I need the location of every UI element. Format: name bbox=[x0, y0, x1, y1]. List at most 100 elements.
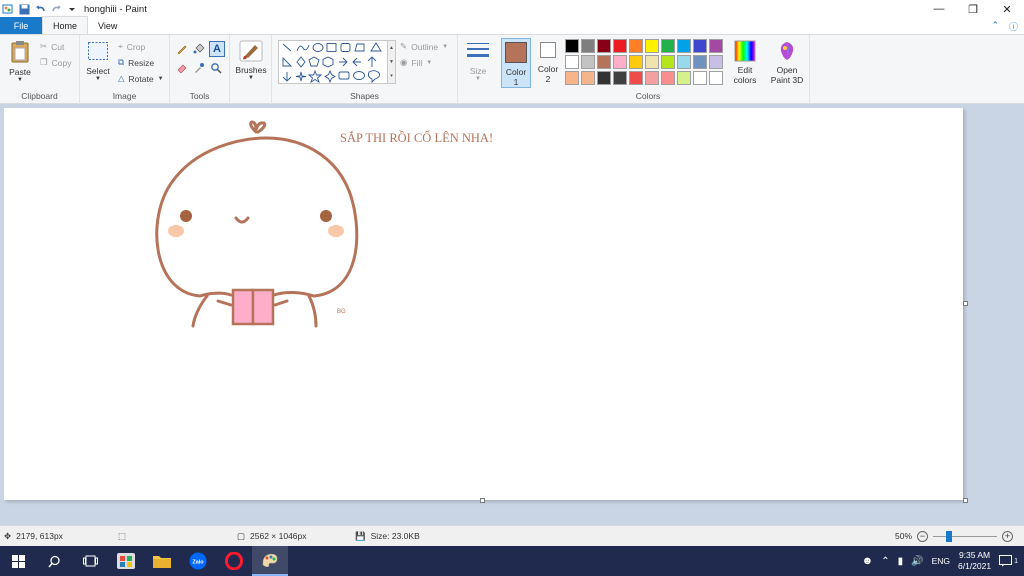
people-icon[interactable]: ☻ bbox=[862, 555, 874, 567]
paste-button[interactable]: Paste ▼ bbox=[6, 40, 34, 83]
resize-handle-right[interactable] bbox=[963, 301, 968, 306]
canvas-text: SẮP THI RỒI CỐ LÊN NHA! bbox=[340, 131, 494, 145]
palette-swatch[interactable] bbox=[597, 39, 611, 53]
palette-swatch[interactable] bbox=[629, 39, 643, 53]
palette-swatch[interactable] bbox=[565, 55, 579, 69]
store-app-icon[interactable] bbox=[108, 546, 144, 576]
eraser-icon[interactable] bbox=[176, 62, 188, 74]
palette-swatch[interactable] bbox=[597, 55, 611, 69]
open-paint3d-button[interactable]: Open Paint 3D bbox=[768, 40, 806, 85]
palette-swatch[interactable] bbox=[565, 71, 579, 85]
color2-button[interactable]: Color 2 bbox=[535, 42, 561, 84]
palette-swatch[interactable] bbox=[613, 71, 627, 85]
palette-swatch[interactable] bbox=[693, 55, 707, 69]
palette-swatch[interactable] bbox=[645, 55, 659, 69]
palette-swatch[interactable] bbox=[693, 39, 707, 53]
pencil-icon[interactable] bbox=[176, 43, 188, 55]
palette-swatch[interactable] bbox=[597, 71, 611, 85]
palette-swatch[interactable] bbox=[581, 39, 595, 53]
color-picker-icon[interactable] bbox=[193, 62, 205, 74]
palette-swatch[interactable] bbox=[709, 39, 723, 53]
zoom-slider-thumb[interactable] bbox=[946, 530, 953, 542]
shapes-gallery[interactable] bbox=[278, 40, 388, 84]
search-icon[interactable] bbox=[36, 546, 72, 576]
clock[interactable]: 9:35 AM 6/1/2021 bbox=[958, 550, 991, 572]
save-icon[interactable] bbox=[18, 3, 30, 15]
volume-icon[interactable]: 🔊 bbox=[911, 556, 923, 567]
resize-handle-corner[interactable] bbox=[963, 498, 968, 503]
select-button[interactable]: Select ▼ bbox=[85, 41, 111, 82]
magnifier-icon[interactable] bbox=[210, 62, 222, 74]
palette-swatch[interactable] bbox=[629, 71, 643, 85]
palette-swatch[interactable] bbox=[677, 71, 691, 85]
chevron-up-icon: ▲ bbox=[389, 45, 394, 51]
resize-handle-bottom[interactable] bbox=[480, 498, 485, 503]
file-explorer-icon[interactable] bbox=[144, 546, 180, 576]
maximize-button[interactable]: ❐ bbox=[956, 0, 990, 18]
palette-swatch[interactable] bbox=[613, 55, 627, 69]
color2-swatch bbox=[540, 42, 556, 58]
tab-view[interactable]: View bbox=[88, 17, 127, 34]
palette-swatch[interactable] bbox=[581, 55, 595, 69]
outline-button[interactable]: ✎ Outline ▼ bbox=[400, 41, 448, 52]
palette-swatch[interactable] bbox=[661, 55, 675, 69]
rotate-button[interactable]: △ Rotate ▼ bbox=[118, 73, 164, 84]
outline-label: Outline bbox=[411, 41, 439, 52]
drawing-canvas[interactable]: SẮP THI RỒI CỐ LÊN NHA! BG bbox=[4, 108, 963, 500]
help-icon[interactable]: ⓘ bbox=[1009, 20, 1018, 33]
canvas-workspace[interactable]: SẮP THI RỒI CỐ LÊN NHA! BG bbox=[0, 104, 1024, 525]
language-indicator[interactable]: ENG bbox=[932, 556, 950, 566]
svg-text:Zalo: Zalo bbox=[192, 560, 204, 566]
fill-button[interactable]: ◉ Fill ▼ bbox=[400, 57, 432, 68]
palette-swatch[interactable] bbox=[709, 71, 723, 85]
palette-swatch[interactable] bbox=[661, 39, 675, 53]
zoom-out-icon[interactable]: − bbox=[917, 530, 929, 542]
customize-qat-icon[interactable] bbox=[66, 3, 78, 15]
palette-swatch[interactable] bbox=[613, 39, 627, 53]
fill-bucket-icon[interactable] bbox=[193, 43, 205, 55]
crop-button[interactable]: ⌖ Crop bbox=[118, 41, 145, 52]
cut-button[interactable]: ✂ Cut bbox=[40, 41, 64, 52]
palette-swatch[interactable] bbox=[661, 71, 675, 85]
size-button[interactable]: Size ▼ bbox=[463, 41, 493, 82]
battery-icon[interactable]: ▮ bbox=[898, 556, 904, 567]
close-button[interactable]: ✕ bbox=[990, 0, 1024, 18]
minimize-button[interactable]: — bbox=[922, 0, 956, 18]
zoom-slider[interactable] bbox=[933, 530, 998, 542]
palette-swatch[interactable] bbox=[581, 71, 595, 85]
paint-taskbar-icon[interactable] bbox=[252, 546, 288, 576]
notification-center-icon[interactable]: 1 bbox=[999, 555, 1018, 567]
zoom-in-icon[interactable]: + bbox=[1002, 530, 1014, 542]
task-view-icon[interactable] bbox=[72, 546, 108, 576]
windows-start-icon[interactable] bbox=[0, 546, 36, 576]
palette-swatch[interactable] bbox=[677, 55, 691, 69]
palette-swatch[interactable] bbox=[645, 39, 659, 53]
left-blush bbox=[168, 225, 184, 237]
copy-button[interactable]: ❐ Copy bbox=[40, 57, 71, 68]
undo-icon[interactable] bbox=[34, 3, 46, 15]
opera-browser-icon[interactable] bbox=[216, 546, 252, 576]
tab-home[interactable]: Home bbox=[42, 16, 89, 34]
palette-swatch[interactable] bbox=[565, 39, 579, 53]
collapse-ribbon-icon[interactable]: ⌃ bbox=[991, 20, 999, 33]
brushes-button[interactable]: Brushes ▼ bbox=[235, 40, 267, 81]
fill-icon: ◉ bbox=[400, 57, 408, 67]
edit-colors-button[interactable]: Edit colors bbox=[732, 40, 758, 85]
paint-app-icon[interactable] bbox=[2, 3, 14, 15]
palette-swatch[interactable] bbox=[709, 55, 723, 69]
zalo-app-icon[interactable]: Zalo bbox=[180, 546, 216, 576]
resize-button[interactable]: ⧉ Resize bbox=[118, 57, 154, 68]
tab-file[interactable]: File bbox=[0, 17, 42, 34]
palette-swatch[interactable] bbox=[629, 55, 643, 69]
palette-swatch[interactable] bbox=[693, 71, 707, 85]
redo-icon[interactable] bbox=[50, 3, 62, 15]
chevron-up-icon[interactable]: ⌃ bbox=[881, 556, 889, 567]
color1-button[interactable]: Color 1 bbox=[501, 38, 531, 88]
color1-number: 1 bbox=[513, 77, 519, 87]
ribbon: Paste ▼ ✂ Cut ❐ Copy Clipboard Select ▼ … bbox=[0, 35, 1024, 104]
selection-icon: ⬚ bbox=[118, 530, 127, 541]
shapes-gallery-scroll[interactable]: ▲ ▼ ▾ bbox=[388, 40, 396, 84]
text-tool-icon[interactable]: A bbox=[209, 41, 225, 57]
palette-swatch[interactable] bbox=[645, 71, 659, 85]
palette-swatch[interactable] bbox=[677, 39, 691, 53]
